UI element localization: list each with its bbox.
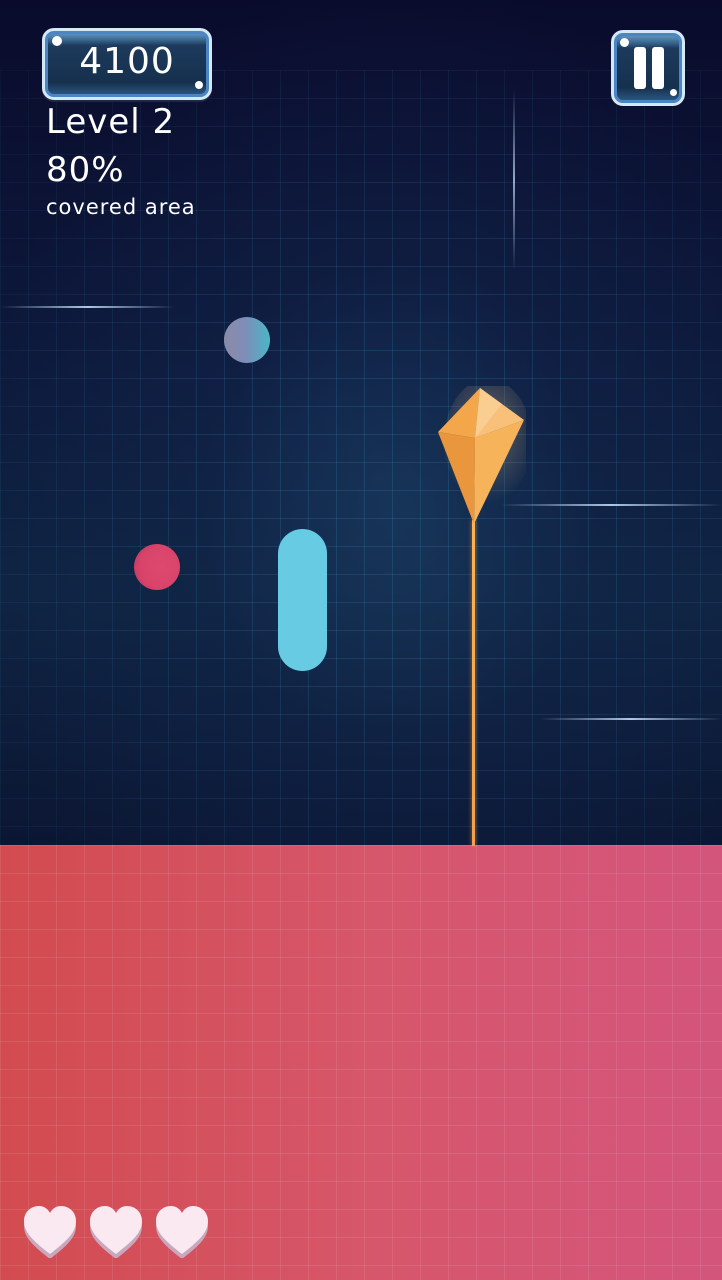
pause-bar-left (634, 47, 646, 89)
score-box-highlight (195, 81, 203, 89)
pause-button[interactable] (611, 30, 685, 106)
score-box: 4100 (42, 28, 212, 100)
pause-bar-right (652, 47, 664, 89)
pause-button-highlight (670, 89, 677, 96)
kite-icon[interactable] (436, 386, 526, 526)
heart-icon (90, 1206, 142, 1258)
game-screen: 4100 Level 2 80% covered area (0, 0, 722, 1280)
heart-icon (156, 1206, 208, 1258)
light-streak (513, 90, 515, 270)
covered-area-caption: covered area (46, 195, 196, 219)
pause-button-highlight (620, 38, 629, 47)
score-value: 4100 (79, 41, 175, 82)
light-streak (500, 504, 722, 506)
paddle-capsule (278, 529, 327, 671)
heart-icon (24, 1206, 76, 1258)
light-streak (540, 718, 722, 720)
ball-red (134, 544, 180, 590)
covered-percent: 80% (46, 150, 125, 190)
light-streak (0, 306, 175, 308)
kite-string (472, 520, 475, 846)
ball-gray (224, 317, 270, 363)
level-label: Level 2 (46, 102, 176, 142)
